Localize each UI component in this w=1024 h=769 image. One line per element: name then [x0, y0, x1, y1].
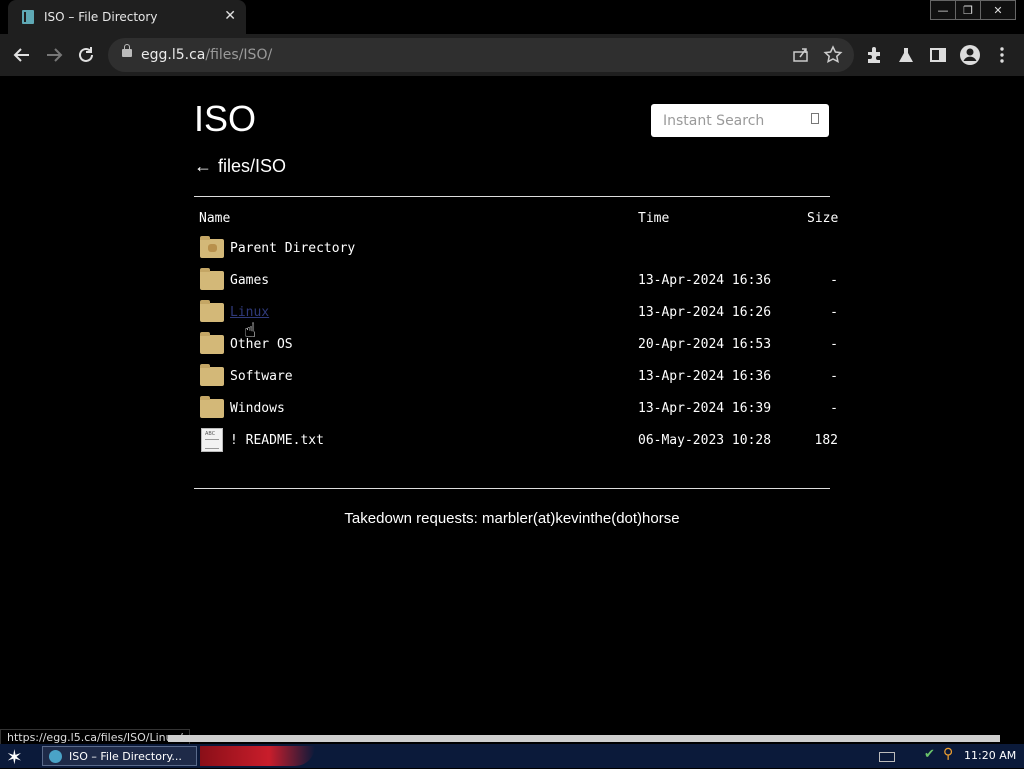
folder-icon [200, 332, 224, 354]
column-header-size[interactable]: Size [807, 211, 838, 226]
url-text[interactable]: egg.l5.ca/files/ISO/ [141, 47, 272, 63]
folder-icon [200, 300, 224, 322]
page-title: ISO [194, 98, 257, 139]
entry-time: 13-Apr-2024 16:36 [638, 273, 772, 288]
profile-icon[interactable] [959, 44, 981, 66]
taskbar-browser-item[interactable]: ISO – File Directory... [42, 746, 197, 766]
favicon-icon [22, 10, 34, 24]
forward-icon[interactable] [43, 44, 65, 66]
table-row[interactable]: Games 13-Apr-2024 16:36 - [194, 265, 854, 297]
address-bar[interactable]: egg.l5.ca/files/ISO/ [108, 38, 854, 72]
folder-icon [200, 396, 224, 418]
search-icon [811, 113, 819, 124]
star-icon[interactable] [822, 44, 844, 66]
back-icon[interactable] [11, 44, 33, 66]
entry-time: 13-Apr-2024 16:39 [638, 401, 772, 416]
entry-time: 13-Apr-2024 16:26 [638, 305, 772, 320]
browser-toolbar: egg.l5.ca/files/ISO/ [0, 34, 1024, 76]
search-tray-icon[interactable]: ⚲ [943, 746, 953, 762]
entry-link[interactable]: ! README.txt [230, 433, 324, 448]
bottom-divider [194, 488, 830, 489]
entry-time: 13-Apr-2024 16:36 [638, 369, 772, 384]
window-close-button[interactable]: ✕ [980, 0, 1016, 20]
hand-cursor-icon: ☝ [244, 318, 257, 342]
taskbar: ✶ ISO – File Directory... ✔ ⚲ 11:20 AM [0, 744, 1024, 769]
window-controls: — ❐ ✕ [930, 0, 1016, 20]
keyboard-icon[interactable] [879, 752, 895, 762]
entry-link[interactable]: Other OS [230, 337, 293, 352]
taskbar-item-label: ISO – File Directory... [69, 750, 182, 763]
lock-icon[interactable] [122, 44, 132, 57]
entry-size: - [830, 369, 838, 384]
table-row[interactable]: Linux 13-Apr-2024 16:26 - [194, 297, 854, 329]
entry-link[interactable]: Games [230, 273, 269, 288]
horizontal-scrollbar[interactable] [168, 735, 1000, 742]
sidebar-icon[interactable] [927, 44, 949, 66]
back-arrow-icon[interactable]: ← [194, 156, 212, 176]
entry-time: 20-Apr-2024 16:53 [638, 337, 772, 352]
entry-link[interactable]: Parent Directory [230, 241, 355, 256]
restore-button[interactable]: ❐ [955, 0, 981, 20]
minimize-button[interactable]: — [930, 0, 956, 20]
entry-link[interactable]: Software [230, 369, 293, 384]
table-row[interactable]: ! README.txt 06-May-2023 10:28 182 [194, 425, 854, 457]
search-box[interactable] [651, 104, 829, 137]
tab-close-button[interactable]: ✕ [224, 8, 236, 24]
entry-size: - [830, 273, 838, 288]
folder-icon [200, 364, 224, 386]
table-row[interactable]: Other OS 20-Apr-2024 16:53 - [194, 329, 854, 361]
text-file-icon [201, 428, 223, 452]
page-content: ISO ← files/ISO Name Time Size Parent Dir… [0, 76, 1024, 732]
clock[interactable]: 11:20 AM [964, 749, 1016, 762]
tab-strip: ISO – File Directory ✕ — ❐ ✕ [0, 0, 1024, 34]
top-divider [194, 196, 830, 197]
entry-link[interactable]: Windows [230, 401, 285, 416]
column-header-time[interactable]: Time [638, 211, 669, 226]
table-row[interactable]: Software 13-Apr-2024 16:36 - [194, 361, 854, 393]
reload-icon[interactable] [75, 44, 97, 66]
folder-icon [200, 268, 224, 290]
entry-size: 182 [814, 433, 838, 448]
breadcrumb-text[interactable]: files/ISO [218, 156, 286, 176]
column-header-name[interactable]: Name [199, 211, 230, 226]
start-menu-icon[interactable]: ✶ [6, 745, 23, 769]
extensions-icon[interactable] [863, 44, 885, 66]
entry-time: 06-May-2023 10:28 [638, 433, 772, 448]
network-icon[interactable]: ✔ [924, 747, 935, 762]
taskbar-decoration [200, 746, 315, 766]
entry-size: - [830, 337, 838, 352]
tab-title: ISO – File Directory [44, 10, 158, 24]
breadcrumb[interactable]: ← files/ISO [194, 156, 286, 177]
table-row[interactable]: Windows 13-Apr-2024 16:39 - [194, 393, 854, 425]
labs-icon[interactable] [895, 44, 917, 66]
search-input[interactable] [663, 113, 803, 129]
entry-size: - [830, 401, 838, 416]
menu-icon[interactable] [991, 44, 1013, 66]
footer-text: Takedown requests: marbler(at)kevinthe(d… [344, 510, 680, 527]
share-icon[interactable] [790, 44, 812, 66]
entry-size: - [830, 305, 838, 320]
parent-folder-icon [200, 236, 224, 258]
browser-tab[interactable]: ISO – File Directory ✕ [8, 0, 246, 34]
browser-app-icon [49, 750, 62, 763]
table-row[interactable]: Parent Directory [194, 233, 854, 265]
